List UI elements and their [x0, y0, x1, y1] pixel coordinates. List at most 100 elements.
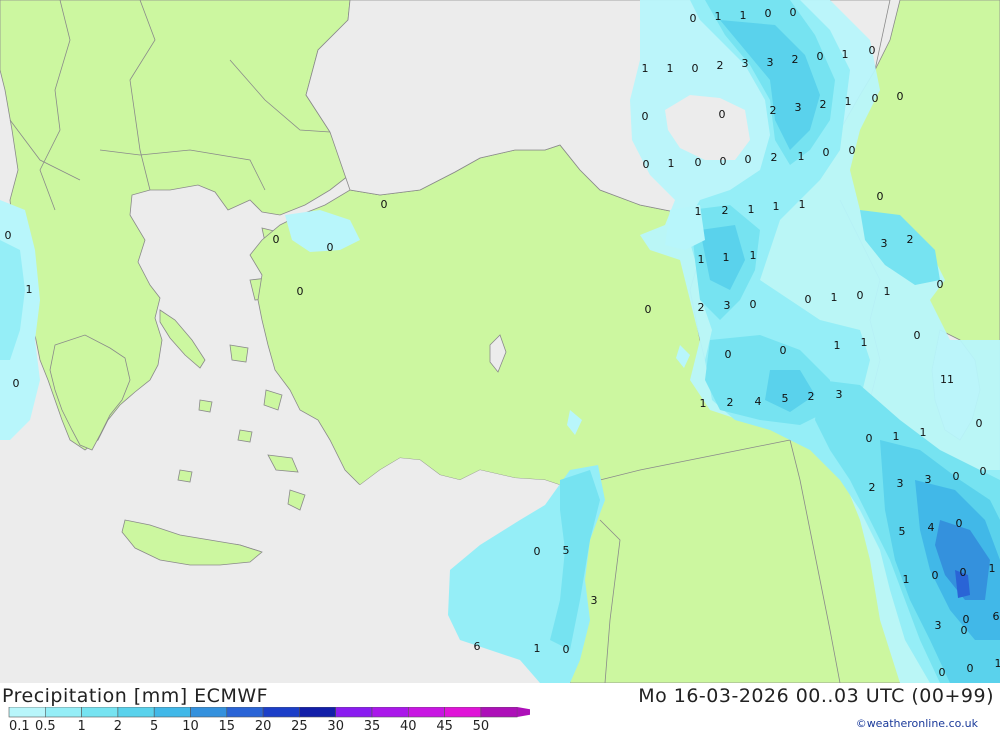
valid-time: Mo 16-03-2026 00..03 UTC (00+99) [638, 685, 994, 707]
precipitation-map: 0 1 1 0 01 1 0 2 3 3 2 0 1 00 0 2 3 2 1 0 00 1 0 0 0 2 1 0 000000100… [0, 0, 1000, 683]
legend-label: 25 [291, 719, 308, 733]
precip-value: 1 [667, 62, 674, 75]
precip-value: 0 [790, 6, 797, 19]
precip-value: 0 [750, 298, 757, 311]
footer: Precipitation [mm] ECMWF Mo 16-03-2026 0… [0, 683, 1000, 733]
legend-swatch [190, 707, 228, 718]
precip-value: 3 [897, 477, 904, 490]
legend-label: 5 [150, 719, 158, 733]
precip-value: 0 [980, 465, 987, 478]
precip-value: 1 [920, 426, 927, 439]
precip-value: 1 [798, 150, 805, 163]
precip-value: 1 [773, 200, 780, 213]
precip-value: 3 [591, 594, 598, 607]
precip-value: 1 [668, 157, 675, 170]
legend-label: 1 [77, 719, 85, 733]
precip-value: 3 [881, 237, 888, 250]
legend-label: 30 [327, 719, 344, 733]
precip-value: 1 [642, 62, 649, 75]
precip-value: 0 [695, 156, 702, 169]
legend-swatch [371, 707, 409, 718]
precip-value: 2 [808, 390, 815, 403]
credit-link[interactable]: ©weatheronline.co.uk [856, 717, 978, 730]
precip-value: 0 [937, 278, 944, 291]
legend-label: 10 [182, 719, 199, 733]
precip-value: 0 [976, 417, 983, 430]
precip-value: 1 [715, 10, 722, 23]
legend-swatch [226, 707, 264, 718]
precip-value: 2 [869, 481, 876, 494]
precip-value: 0 [563, 643, 570, 656]
legend-swatch [153, 707, 191, 718]
precip-value: 1 [831, 291, 838, 304]
legend-label: 0.1 [9, 719, 30, 733]
precip-value: 1 [26, 283, 33, 296]
precip-value: 0 [273, 233, 280, 246]
precip-value: 0 [534, 545, 541, 558]
precip-value: 0 [932, 569, 939, 582]
precip-value: 0 [690, 12, 697, 25]
precip-value: 0 [381, 198, 388, 211]
precip-value: 1 [903, 573, 910, 586]
precip-value: 2 [820, 98, 827, 111]
precip-value: 1 [893, 430, 900, 443]
legend-label: 20 [255, 719, 272, 733]
precip-value: 2 [717, 59, 724, 72]
precip-value: 5 [899, 525, 906, 538]
precip-value: 1 [884, 285, 891, 298]
legend-swatch [44, 707, 82, 718]
precip-value: 1 [845, 95, 852, 108]
legend-swatch [480, 707, 518, 718]
precip-value: 6 [993, 610, 1000, 623]
precip-value: 1 [698, 253, 705, 266]
precip-value: 0 [817, 50, 824, 63]
precip-value: 1 [723, 251, 730, 264]
precip-value: 0 [327, 241, 334, 254]
precip-value: 0 [5, 229, 12, 242]
precip-value: 0 [869, 44, 876, 57]
legend-swatch [444, 707, 482, 718]
legend-swatch [262, 707, 300, 718]
precip-value: 11 [940, 373, 954, 386]
precip-value: 0 [939, 666, 946, 679]
precip-value: 1 [861, 336, 868, 349]
precip-value: 2 [770, 104, 777, 117]
color-legend: 0.1 0.5 1 2 5 10 15 20 25 30 35 40 45 50 [8, 707, 530, 733]
precip-value: 0 [780, 344, 787, 357]
precip-value: 3 [925, 473, 932, 486]
product-title: Precipitation [mm] ECMWF [2, 685, 269, 707]
precip-value: 0 [745, 153, 752, 166]
precip-value: 3 [935, 619, 942, 632]
precip-value: 0 [725, 348, 732, 361]
legend-arrow [517, 707, 530, 717]
precip-value: 0 [765, 7, 772, 20]
precip-value: 1 [995, 657, 1000, 670]
precip-value: 1 [799, 198, 806, 211]
precip-value: 0 [645, 303, 652, 316]
precip-value: 4 [928, 521, 935, 534]
precip-value: 5 [782, 392, 789, 405]
precip-value: 1 [989, 562, 996, 575]
precip-value: 1 [750, 249, 757, 262]
precip-value: 0 [823, 146, 830, 159]
legend-swatch [81, 707, 119, 718]
legend-label: 45 [436, 719, 453, 733]
precip-value: 3 [767, 56, 774, 69]
precip-value: 3 [795, 101, 802, 114]
legend-swatch [407, 707, 445, 718]
precip-value: 5 [563, 544, 570, 557]
legend-label: 50 [473, 719, 490, 733]
legend-label: 0.5 [35, 719, 56, 733]
precip-value: 1 [695, 205, 702, 218]
precip-value: 2 [722, 204, 729, 217]
precip-value: 0 [857, 289, 864, 302]
precip-value: 0 [914, 329, 921, 342]
precip-value: 0 [720, 155, 727, 168]
precip-value: 1 [534, 642, 541, 655]
precip-value: 6 [474, 640, 481, 653]
precip-value: 0 [897, 90, 904, 103]
precip-value: 0 [877, 190, 884, 203]
precip-value: 0 [719, 108, 726, 121]
legend-label: 40 [400, 719, 417, 733]
precip-value: 0 [13, 377, 20, 390]
